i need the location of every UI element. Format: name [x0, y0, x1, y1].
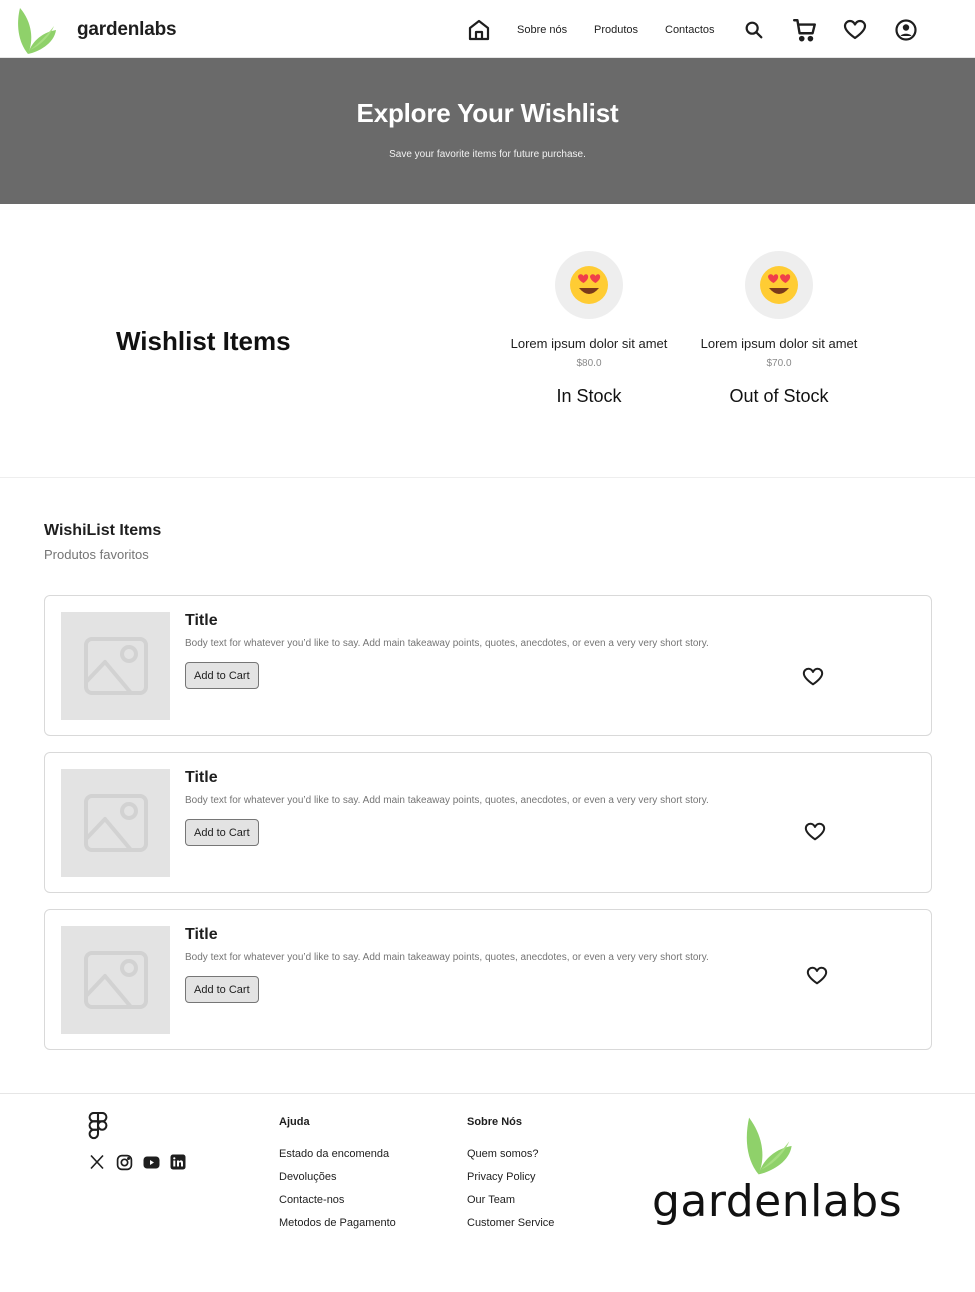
hero-title: Explore Your Wishlist	[356, 98, 619, 128]
wishlist-summary: Wishlist Items Lorem ipsum dolor sit ame…	[0, 204, 975, 478]
summary-item-name: Lorem ipsum dolor sit amet	[510, 336, 668, 351]
card-title: Title	[185, 926, 218, 943]
nav-link-produtos[interactable]: Produtos	[594, 24, 638, 36]
youtube-icon[interactable]	[142, 1153, 160, 1171]
footer-column-sobre-nos: Sobre Nós Quem somos? Privacy Policy Our…	[467, 1116, 554, 1235]
hero-banner: Explore Your Wishlist Save your favorite…	[0, 58, 975, 204]
add-to-cart-button[interactable]: Add to Cart	[185, 976, 259, 1003]
footer-column-ajuda: Ajuda Estado da encomenda Devoluções Con…	[279, 1116, 396, 1235]
search-icon[interactable]	[741, 17, 767, 43]
hero-subtitle: Save your favorite items for future purc…	[389, 149, 586, 160]
nav-link-contactos[interactable]: Contactos	[665, 24, 715, 36]
summary-item-stock-status: In Stock	[556, 386, 622, 406]
list-subheading: Produtos favoritos	[44, 547, 149, 562]
add-to-cart-button[interactable]: Add to Cart	[185, 662, 259, 689]
wishlist-card: Title Body text for whatever you’d like …	[44, 595, 932, 736]
summary-item-name: Lorem ipsum dolor sit amet	[700, 336, 858, 351]
image-placeholder-icon	[61, 612, 170, 720]
heart-icon[interactable]	[801, 665, 825, 689]
heart-icon[interactable]	[842, 17, 868, 43]
footer-link[interactable]: Quem somos?	[467, 1143, 554, 1166]
nav-link-sobre-nos[interactable]: Sobre nós	[517, 24, 567, 36]
wishlist-card: Title Body text for whatever you’d like …	[44, 909, 932, 1050]
card-body-text: Body text for whatever you’d like to say…	[185, 638, 709, 649]
image-placeholder-icon	[61, 769, 170, 877]
instagram-icon[interactable]	[115, 1153, 133, 1171]
footer-link[interactable]: Estado da encomenda	[279, 1143, 396, 1166]
footer-brand-name: gardenlabs	[652, 1176, 903, 1227]
summary-item-price: $70.0	[766, 358, 792, 369]
social-links	[88, 1153, 187, 1171]
image-placeholder-icon	[61, 926, 170, 1034]
footer-link[interactable]: Our Team	[467, 1189, 554, 1212]
home-icon[interactable]	[466, 17, 492, 43]
account-icon[interactable]	[893, 17, 919, 43]
card-body-text: Body text for whatever you’d like to say…	[185, 952, 709, 963]
list-heading: WishiList Items	[44, 522, 162, 539]
heart-eyes-emoji-icon	[555, 251, 623, 319]
add-to-cart-button[interactable]: Add to Cart	[185, 819, 259, 846]
footer-column-heading: Sobre Nós	[467, 1116, 523, 1128]
footer-link[interactable]: Devoluções	[279, 1166, 396, 1189]
summary-item-stock-status: Out of Stock	[729, 386, 829, 406]
card-title: Title	[185, 769, 218, 786]
summary-item-price: $80.0	[576, 358, 602, 369]
footer-link[interactable]: Customer Service	[467, 1212, 554, 1235]
x-icon[interactable]	[88, 1153, 106, 1171]
footer: Ajuda Estado da encomenda Devoluções Con…	[0, 1093, 975, 1292]
gardenlabs-leaf-logo[interactable]	[14, 4, 58, 56]
gardenlabs-leaf-logo	[746, 1117, 792, 1175]
summary-item[interactable]: Lorem ipsum dolor sit amet $70.0 Out of …	[694, 251, 864, 407]
heart-icon[interactable]	[803, 820, 827, 844]
wishlist-card: Title Body text for whatever you’d like …	[44, 752, 932, 893]
top-navigation: gardenlabs Sobre nós Produtos Contactos	[0, 0, 975, 58]
heart-eyes-emoji-icon	[745, 251, 813, 319]
figma-icon[interactable]	[88, 1112, 108, 1140]
footer-link[interactable]: Contacte-nos	[279, 1189, 396, 1212]
summary-title: Wishlist Items	[116, 326, 291, 356]
summary-item[interactable]: Lorem ipsum dolor sit amet $80.0 In Stoc…	[504, 251, 674, 407]
brand-name[interactable]: gardenlabs	[77, 19, 177, 41]
wishlist-list-header: WishiList Items Produtos favoritos	[44, 522, 161, 562]
footer-column-heading: Ajuda	[279, 1116, 310, 1128]
footer-link[interactable]: Metodos de Pagamento	[279, 1212, 396, 1235]
heart-icon[interactable]	[805, 964, 829, 988]
card-title: Title	[185, 612, 218, 629]
linkedin-icon[interactable]	[169, 1153, 187, 1171]
card-body-text: Body text for whatever you’d like to say…	[185, 795, 709, 806]
footer-link[interactable]: Privacy Policy	[467, 1166, 554, 1189]
cart-icon[interactable]	[792, 17, 818, 43]
